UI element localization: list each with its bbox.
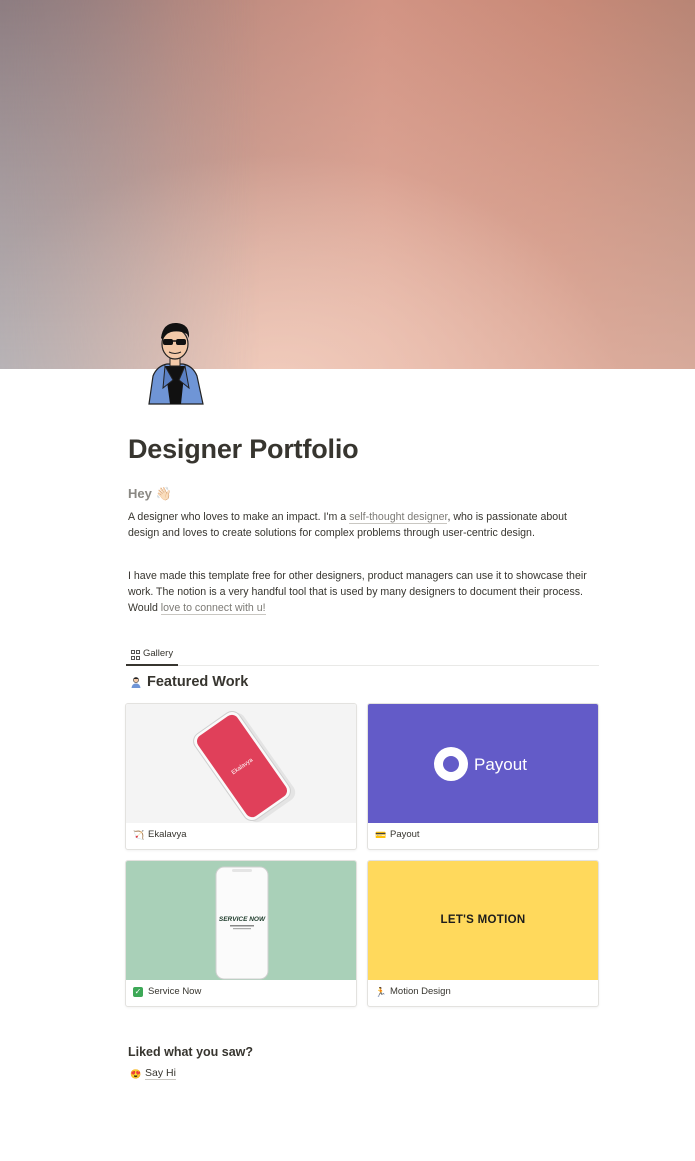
tab-gallery-label: Gallery xyxy=(143,648,174,659)
gallery-view-icon xyxy=(131,649,140,660)
say-hi-link[interactable]: 😍 Say Hi xyxy=(130,1067,176,1080)
motion-cover-text: LET'S MOTION xyxy=(440,914,526,926)
intro-text-start: A designer who loves to make an impact. … xyxy=(128,511,350,523)
card-cover-motion-design: LET'S MOTION xyxy=(368,861,598,980)
intro-paragraph: A designer who loves to make an impact. … xyxy=(128,509,598,541)
ekalavya-phone-mockup: Ekalavya xyxy=(193,710,296,823)
payout-logo-text: Payout xyxy=(474,755,527,774)
card-label-payout: Payout xyxy=(390,829,420,840)
bow-arrow-icon: 🏹 xyxy=(133,829,145,840)
card-label-service-now: Service Now xyxy=(148,986,202,997)
template-paragraph: I have made this template free for other… xyxy=(128,568,598,616)
page-title: Designer Portfolio xyxy=(128,434,359,464)
heart-eyes-icon: 😍 xyxy=(130,1068,142,1079)
liked-heading: Liked what you saw? xyxy=(128,1045,254,1059)
service-now-logo-text: SERVICE NOW xyxy=(219,916,266,923)
gallery-card-payout[interactable]: Payout 💳 Payout xyxy=(367,703,599,850)
card-title-ekalavya: 🏹 Ekalavya xyxy=(133,829,187,840)
featured-work-title: Featured Work xyxy=(147,674,249,690)
card-label-ekalavya: Ekalavya xyxy=(148,829,187,840)
check-mark-icon: ✓ xyxy=(133,986,143,997)
database-view-tabs: Gallery xyxy=(126,643,599,666)
card-cover-service-now: SERVICE NOW xyxy=(126,861,356,980)
card-cover-payout: Payout xyxy=(368,704,598,823)
connect-link[interactable]: love to connect with u! xyxy=(160,602,266,615)
tab-gallery[interactable]: Gallery xyxy=(126,643,179,666)
avatar-illustration-icon[interactable] xyxy=(143,318,207,406)
running-person-icon: 🏃 xyxy=(375,986,387,997)
card-label-motion-design: Motion Design xyxy=(390,986,451,997)
designer-avatar-icon xyxy=(131,677,141,688)
card-payment-icon: 💳 xyxy=(375,829,387,840)
card-cover-ekalavya: Ekalavya xyxy=(126,704,356,823)
service-now-phone-mockup: SERVICE NOW xyxy=(215,866,269,980)
gallery-card-ekalavya[interactable]: Ekalavya 🏹 Ekalavya xyxy=(125,703,357,850)
self-thought-designer-link[interactable]: self-thought designer xyxy=(349,511,448,524)
featured-work-heading: Featured Work xyxy=(130,674,248,690)
card-title-payout: 💳 Payout xyxy=(375,829,420,840)
card-title-service-now: ✓ Service Now xyxy=(133,986,201,997)
gallery-card-motion-design[interactable]: LET'S MOTION 🏃 Motion Design xyxy=(367,860,599,1007)
gallery-card-service-now[interactable]: SERVICE NOW ✓ Service Now xyxy=(125,860,357,1007)
say-hi-label: Say Hi xyxy=(145,1067,176,1080)
greeting-heading: Hey 👋🏻 xyxy=(128,486,172,501)
card-title-motion-design: 🏃 Motion Design xyxy=(375,986,451,997)
cover-gradient-overlay xyxy=(0,0,260,369)
